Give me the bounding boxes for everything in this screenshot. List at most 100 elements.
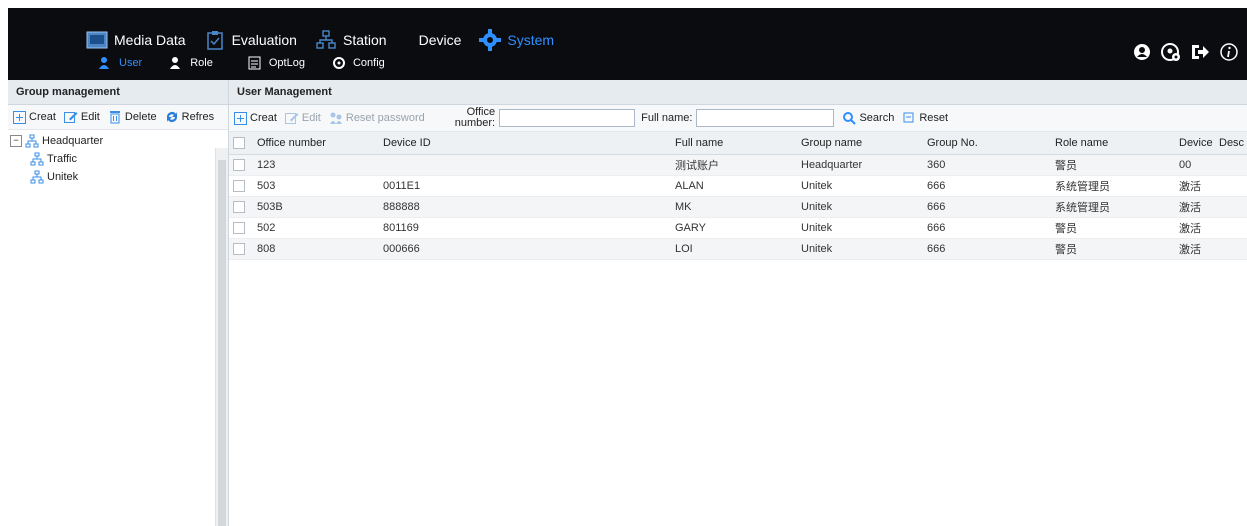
- row-checkbox[interactable]: [233, 201, 245, 214]
- group-tree: − Headquarter Traffic Unitek: [8, 130, 228, 186]
- admin-settings-icon[interactable]: [1159, 40, 1183, 64]
- trash-icon: [108, 110, 122, 124]
- cell-device-id: 0011E1: [379, 175, 671, 197]
- row-checkbox[interactable]: [233, 222, 245, 235]
- cell-device: 00: [1175, 154, 1215, 176]
- cell-group-no: 666: [923, 238, 1051, 260]
- user-edit-button[interactable]: Edit: [284, 111, 321, 125]
- evaluation-icon: [204, 30, 226, 50]
- table-row[interactable]: 503 0011E1 ALAN Unitek 666 系统管理员 激活: [229, 175, 1247, 197]
- table-row[interactable]: 808 000666 LOI Unitek 666 警员 激活: [229, 238, 1247, 260]
- full-name-input[interactable]: [696, 109, 835, 127]
- info-icon[interactable]: [1217, 40, 1241, 64]
- reset-button[interactable]: Reset: [902, 111, 948, 125]
- subnav-user[interactable]: User: [97, 56, 142, 70]
- cell-device-id: 801169: [379, 217, 671, 239]
- subnav-config[interactable]: Config: [331, 56, 385, 70]
- cell-role-name: 系统管理员: [1051, 196, 1175, 218]
- row-checkbox[interactable]: [233, 180, 245, 193]
- subnav-optlog[interactable]: OptLog: [247, 56, 305, 70]
- subnav-optlog-label: OptLog: [268, 57, 305, 69]
- user-management-panel: User Management Creat Edit Reset passwor…: [229, 80, 1247, 526]
- cell-device: 激活: [1175, 196, 1215, 218]
- nav-media-data[interactable]: Media Data: [86, 30, 186, 50]
- row-checkbox[interactable]: [233, 159, 245, 172]
- group-delete-button[interactable]: Delete: [108, 110, 157, 124]
- tree-node-traffic[interactable]: Traffic: [10, 150, 228, 168]
- reset-icon: [902, 111, 916, 125]
- column-header[interactable]: Role name: [1051, 132, 1175, 155]
- table-row[interactable]: 502 801169 GARY Unitek 666 警员 激活: [229, 217, 1247, 239]
- subnav-config-label: Config: [352, 57, 385, 69]
- tree-node-unitek-label: Unitek: [47, 171, 79, 183]
- tree-node-unitek[interactable]: Unitek: [10, 168, 228, 186]
- office-number-label-line2: number:: [454, 117, 496, 129]
- cell-device-id: 000666: [379, 238, 671, 260]
- cell-device: 激活: [1175, 238, 1215, 260]
- table-row[interactable]: 503B 888888 MK Unitek 666 系统管理员 激活: [229, 196, 1247, 218]
- cell-group-no: 360: [923, 154, 1051, 176]
- cell-office-number: 808: [253, 238, 379, 260]
- reset-password-label: Reset password: [345, 112, 425, 124]
- select-all-cell[interactable]: [229, 132, 253, 155]
- table-row[interactable]: 123 测试账户 Headquarter 360 警员 00: [229, 154, 1247, 176]
- nav-station[interactable]: Station: [315, 30, 387, 50]
- org-group-icon: [30, 152, 44, 166]
- user-table: Office number Device ID Full name Group …: [229, 132, 1247, 260]
- refresh-icon: [165, 110, 179, 124]
- tree-node-headquarter-label: Headquarter: [42, 135, 104, 147]
- nav-evaluation[interactable]: Evaluation: [204, 30, 297, 50]
- office-number-input[interactable]: [499, 109, 636, 127]
- cell-full-name: MK: [671, 196, 797, 218]
- office-number-label: Office number:: [455, 107, 495, 129]
- nav-device[interactable]: Device: [419, 32, 462, 48]
- column-header[interactable]: Group name: [797, 132, 923, 155]
- subnav-role-label: Role: [190, 57, 213, 69]
- reset-label: Reset: [919, 112, 949, 124]
- group-create-button[interactable]: Creat: [12, 110, 56, 124]
- role-icon: [168, 56, 184, 70]
- column-header[interactable]: Device ID: [379, 132, 671, 155]
- subnav-role[interactable]: Role: [168, 56, 213, 70]
- group-refresh-button[interactable]: Refres: [165, 110, 214, 124]
- tree-node-headquarter[interactable]: − Headquarter: [10, 132, 228, 150]
- cell-full-name: 测试账户: [671, 154, 797, 176]
- select-all-checkbox[interactable]: [233, 137, 245, 150]
- column-header[interactable]: Device: [1175, 132, 1215, 155]
- group-management-panel: Group management Creat Edit Delete Refre…: [8, 80, 229, 526]
- table-header-row: Office number Device ID Full name Group …: [229, 132, 1247, 155]
- sub-nav: User Role OptLog Config: [97, 56, 411, 70]
- column-header[interactable]: Desc: [1215, 132, 1247, 155]
- cell-desc: [1215, 217, 1247, 239]
- config-icon: [331, 56, 347, 70]
- row-checkbox[interactable]: [233, 243, 245, 256]
- nav-station-label: Station: [342, 32, 387, 48]
- cell-office-number: 503B: [253, 196, 379, 218]
- tree-scrollbar[interactable]: [215, 148, 228, 526]
- user-create-label: Creat: [250, 112, 277, 124]
- cell-device-id: 888888: [379, 196, 671, 218]
- nav-system[interactable]: System: [479, 29, 554, 51]
- column-header[interactable]: Group No.: [923, 132, 1051, 155]
- group-edit-button[interactable]: Edit: [63, 110, 100, 124]
- nav-media-data-label: Media Data: [114, 32, 186, 48]
- top-navigation: Media Data Evaluation Station Device Sys…: [0, 0, 1247, 80]
- group-management-title: Group management: [8, 80, 228, 105]
- cell-device: 激活: [1175, 175, 1215, 197]
- column-header[interactable]: Office number: [253, 132, 379, 155]
- user-create-button[interactable]: Creat: [233, 111, 277, 125]
- scrollbar-thumb[interactable]: [218, 160, 226, 526]
- cell-role-name: 系统管理员: [1051, 175, 1175, 197]
- user-icon: [97, 56, 113, 70]
- cell-group-no: 666: [923, 175, 1051, 197]
- cell-group-name: Unitek: [797, 217, 923, 239]
- collapse-toggle-icon[interactable]: −: [10, 135, 22, 147]
- search-label: Search: [859, 112, 895, 124]
- column-header[interactable]: Full name: [671, 132, 797, 155]
- reset-password-button[interactable]: Reset password: [329, 111, 425, 125]
- reset-password-icon: [329, 111, 343, 125]
- account-icon[interactable]: [1130, 40, 1154, 64]
- logout-icon[interactable]: [1188, 40, 1212, 64]
- search-button[interactable]: Search: [842, 111, 894, 125]
- search-icon: [842, 111, 857, 125]
